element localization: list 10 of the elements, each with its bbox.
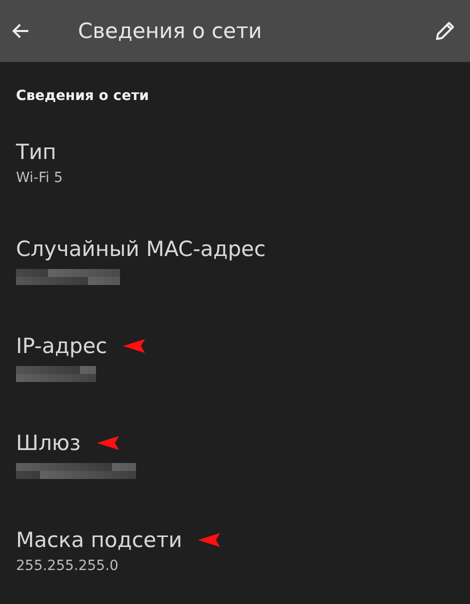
item-value: 255.255.255.0: [16, 558, 118, 574]
item-label: Тип: [16, 139, 56, 166]
item-label: IP-адрес: [16, 333, 108, 360]
item-label: Шлюз: [16, 430, 81, 457]
pencil-icon: [433, 19, 457, 43]
item-label: Маска подсети: [16, 527, 182, 554]
item-value: Wi-Fi 5: [16, 170, 63, 186]
section-heading: Сведения о сети: [16, 88, 150, 104]
screen-title: Сведения о сети: [78, 19, 263, 43]
item-label: Случайный MAC-адрес: [16, 236, 266, 263]
